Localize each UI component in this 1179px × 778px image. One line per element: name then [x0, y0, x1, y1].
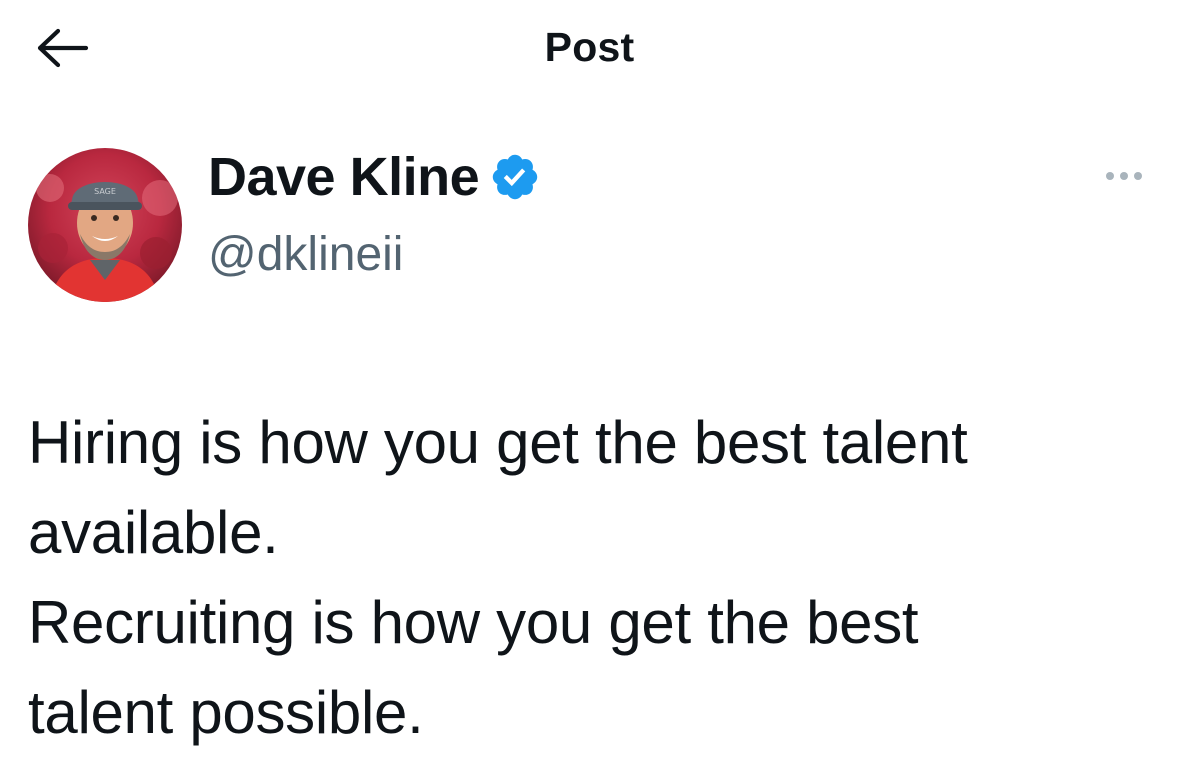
- post-text-line: Recruiting is how you get the best: [28, 589, 919, 656]
- page-title: Post: [544, 24, 635, 70]
- avatar[interactable]: SAGE: [28, 148, 182, 302]
- post-text-line: available.: [28, 499, 279, 566]
- author-name: Dave Kline: [208, 147, 480, 207]
- top-bar: Post: [0, 0, 1179, 95]
- author-handle[interactable]: @dklineii: [208, 226, 403, 284]
- post-text-line: Hiring is how you get the best talent: [28, 409, 968, 476]
- more-options-icon: [1106, 172, 1142, 180]
- post-text: Hiring is how you get the best talent av…: [28, 398, 1148, 758]
- svg-text:SAGE: SAGE: [94, 187, 116, 196]
- profile-photo: SAGE: [28, 148, 182, 302]
- more-options-button[interactable]: [1096, 158, 1152, 194]
- author-name-row[interactable]: Dave Kline: [208, 146, 541, 208]
- post-text-line: talent possible.: [28, 679, 424, 746]
- verified-badge-icon[interactable]: [489, 151, 541, 203]
